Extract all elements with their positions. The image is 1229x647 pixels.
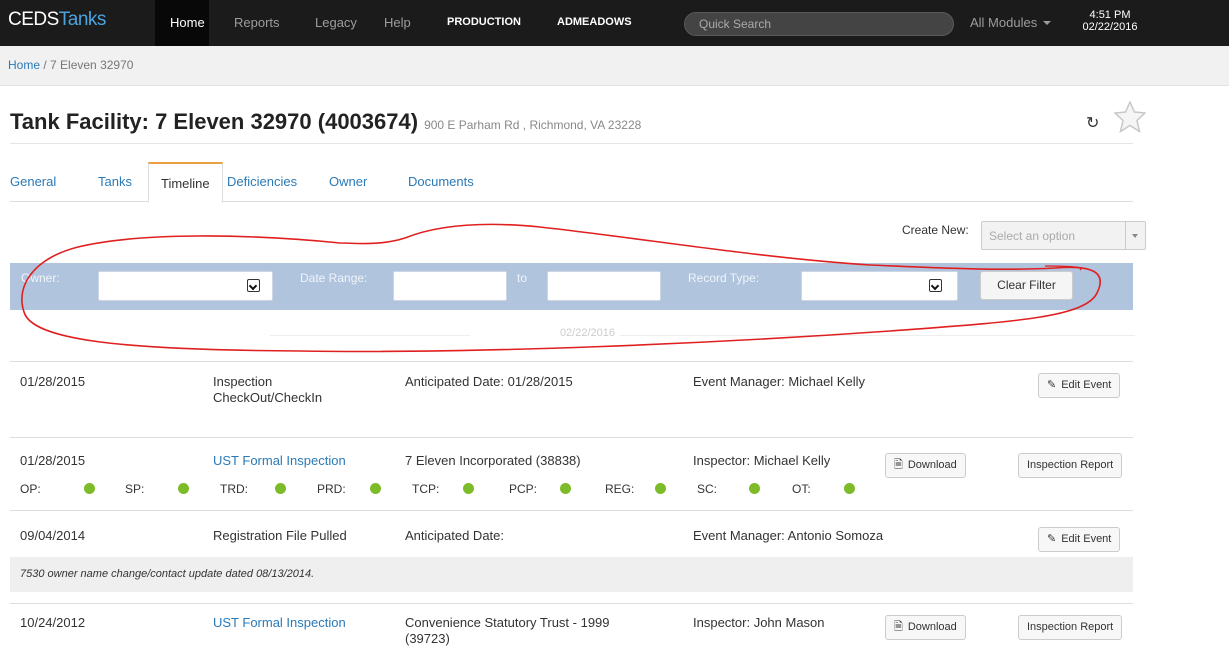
- event-type-link[interactable]: UST Formal Inspection: [213, 615, 346, 631]
- status-prd-label: PRD:: [317, 482, 346, 496]
- status-sp-label: SP:: [125, 482, 145, 496]
- event-note: 7530 owner name change/contact update da…: [10, 557, 1133, 592]
- file-icon: 🗎: [894, 621, 903, 633]
- status-sc-label: SC:: [697, 482, 718, 496]
- event-date: 01/28/2015: [20, 453, 86, 468]
- row-divider: [10, 510, 1133, 511]
- event-detail: Anticipated Date: 01/28/2015: [405, 374, 573, 389]
- event-detail: Convenience Statutory Trust - 1999 (3972…: [405, 615, 610, 646]
- event-person: Event Manager: Michael Kelly: [693, 374, 865, 389]
- status-op-indicator: [84, 483, 95, 494]
- status-tcp-label: TCP:: [412, 482, 440, 496]
- status-pcp-indicator: [560, 483, 571, 494]
- event-type: Inspection CheckOut/CheckIn: [213, 374, 323, 405]
- status-reg-indicator: [655, 483, 666, 494]
- edit-icon: ✎: [1047, 379, 1057, 391]
- status-trd-indicator: [275, 483, 286, 494]
- status-tcp-indicator: [463, 483, 474, 494]
- status-trd-label: TRD:: [220, 482, 248, 496]
- event-date: 09/04/2014: [20, 528, 86, 543]
- status-reg-label: REG:: [605, 482, 635, 496]
- event-detail: Anticipated Date:: [405, 528, 505, 543]
- inspection-report-button[interactable]: Inspection Report: [1018, 615, 1123, 640]
- event-person: Inspector: John Mason: [693, 615, 825, 630]
- event-date: 01/28/2015: [20, 374, 86, 389]
- download-button[interactable]: 🗎 Download: [885, 615, 966, 640]
- edit-icon: ✎: [1047, 533, 1057, 545]
- status-ot-indicator: [844, 483, 855, 494]
- row-divider: [10, 437, 1133, 438]
- inspection-report-button[interactable]: Inspection Report: [1018, 453, 1123, 478]
- event-type-link[interactable]: UST Formal Inspection: [213, 453, 346, 469]
- status-pcp-label: PCP:: [509, 482, 538, 496]
- row-divider: [10, 361, 1133, 362]
- status-ot-label: OT:: [792, 482, 811, 496]
- event-detail: 7 Eleven Incorporated (38838): [405, 453, 581, 468]
- file-icon: 🗎: [894, 459, 903, 471]
- event-date: 10/24/2012: [20, 615, 86, 630]
- row-divider: [10, 603, 1133, 604]
- event-type: Registration File Pulled: [213, 528, 347, 543]
- download-button[interactable]: 🗎 Download: [885, 453, 966, 478]
- status-op-label: OP:: [20, 482, 41, 496]
- status-sp-indicator: [178, 483, 189, 494]
- edit-event-button[interactable]: ✎ Edit Event: [1038, 527, 1121, 552]
- event-person: Event Manager: Antonio Somoza: [693, 528, 884, 543]
- edit-event-button[interactable]: ✎ Edit Event: [1038, 373, 1121, 398]
- status-prd-indicator: [370, 483, 381, 494]
- event-person: Inspector: Michael Kelly: [693, 453, 831, 468]
- status-sc-indicator: [749, 483, 760, 494]
